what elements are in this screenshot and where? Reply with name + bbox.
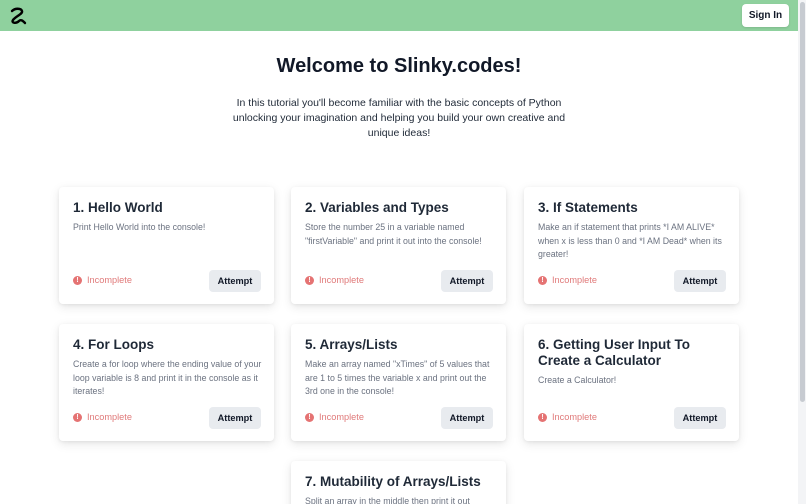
status-label: Incomplete [552, 275, 597, 285]
lesson-card: 7. Mutability of Arrays/Lists Split an a… [291, 461, 506, 504]
lesson-title: 7. Mutability of Arrays/Lists [305, 474, 481, 489]
lesson-title: 6. Getting User Input To Create a Calcul… [538, 337, 691, 368]
attempt-button[interactable]: Attempt [441, 407, 493, 429]
attempt-button[interactable]: Attempt [674, 270, 726, 292]
lesson-card: 6. Getting User Input To Create a Calcul… [524, 324, 739, 441]
status-label: Incomplete [319, 275, 364, 285]
lesson-card: 5. Arrays/Lists Make an array named "xTi… [291, 324, 506, 441]
lesson-title: 4. For Loops [73, 337, 154, 352]
lesson-card: 3. If Statements Make an if statement th… [524, 187, 739, 304]
attempt-button[interactable]: Attempt [674, 407, 726, 429]
alert-icon: ! [538, 412, 547, 422]
lesson-card: 2. Variables and Types Store the number … [291, 187, 506, 304]
alert-icon: ! [305, 412, 314, 422]
lesson-title: 5. Arrays/Lists [305, 337, 398, 352]
alert-icon: ! [73, 275, 82, 285]
lesson-description: Make an if statement that prints *I AM A… [538, 222, 722, 259]
top-navbar: Sign In [0, 0, 798, 31]
lesson-card: 4. For Loops Create a for loop where the… [59, 324, 274, 441]
lesson-description: Print Hello World into the console! [73, 222, 206, 232]
attempt-button[interactable]: Attempt [209, 270, 261, 292]
lesson-description: Split an array in the middle then print … [305, 496, 470, 504]
scrollbar-thumb[interactable] [800, 2, 805, 402]
alert-icon: ! [538, 275, 547, 285]
status-label: Incomplete [87, 412, 132, 422]
status-label: Incomplete [87, 275, 132, 285]
lesson-description: Create a Calculator! [538, 375, 617, 385]
status-indicator: ! Incomplete [305, 412, 364, 422]
sign-in-button[interactable]: Sign In [742, 4, 789, 27]
lesson-description: Store the number 25 in a variable named … [305, 222, 482, 246]
status-label: Incomplete [319, 412, 364, 422]
status-indicator: ! Incomplete [538, 412, 597, 422]
status-indicator: ! Incomplete [538, 275, 597, 285]
page-title: Welcome to Slinky.codes! [276, 55, 522, 77]
status-indicator: ! Incomplete [73, 412, 132, 422]
lesson-card: 1. Hello World Print Hello World into th… [59, 187, 274, 304]
lesson-title: 3. If Statements [538, 200, 638, 215]
alert-icon: ! [305, 275, 314, 285]
status-indicator: ! Incomplete [305, 275, 364, 285]
lesson-title: 1. Hello World [73, 200, 163, 215]
attempt-button[interactable]: Attempt [209, 407, 261, 429]
status-indicator: ! Incomplete [73, 275, 132, 285]
lesson-description: Make an array named "xTimes" of 5 values… [305, 359, 490, 396]
lesson-description: Create a for loop where the ending value… [73, 359, 262, 396]
intro-text: In this tutorial you'll become familiar … [232, 97, 566, 139]
status-label: Incomplete [552, 412, 597, 422]
attempt-button[interactable]: Attempt [441, 270, 493, 292]
alert-icon: ! [73, 412, 82, 422]
lesson-title: 2. Variables and Types [305, 200, 449, 215]
slinky-logo-icon[interactable] [8, 6, 28, 26]
